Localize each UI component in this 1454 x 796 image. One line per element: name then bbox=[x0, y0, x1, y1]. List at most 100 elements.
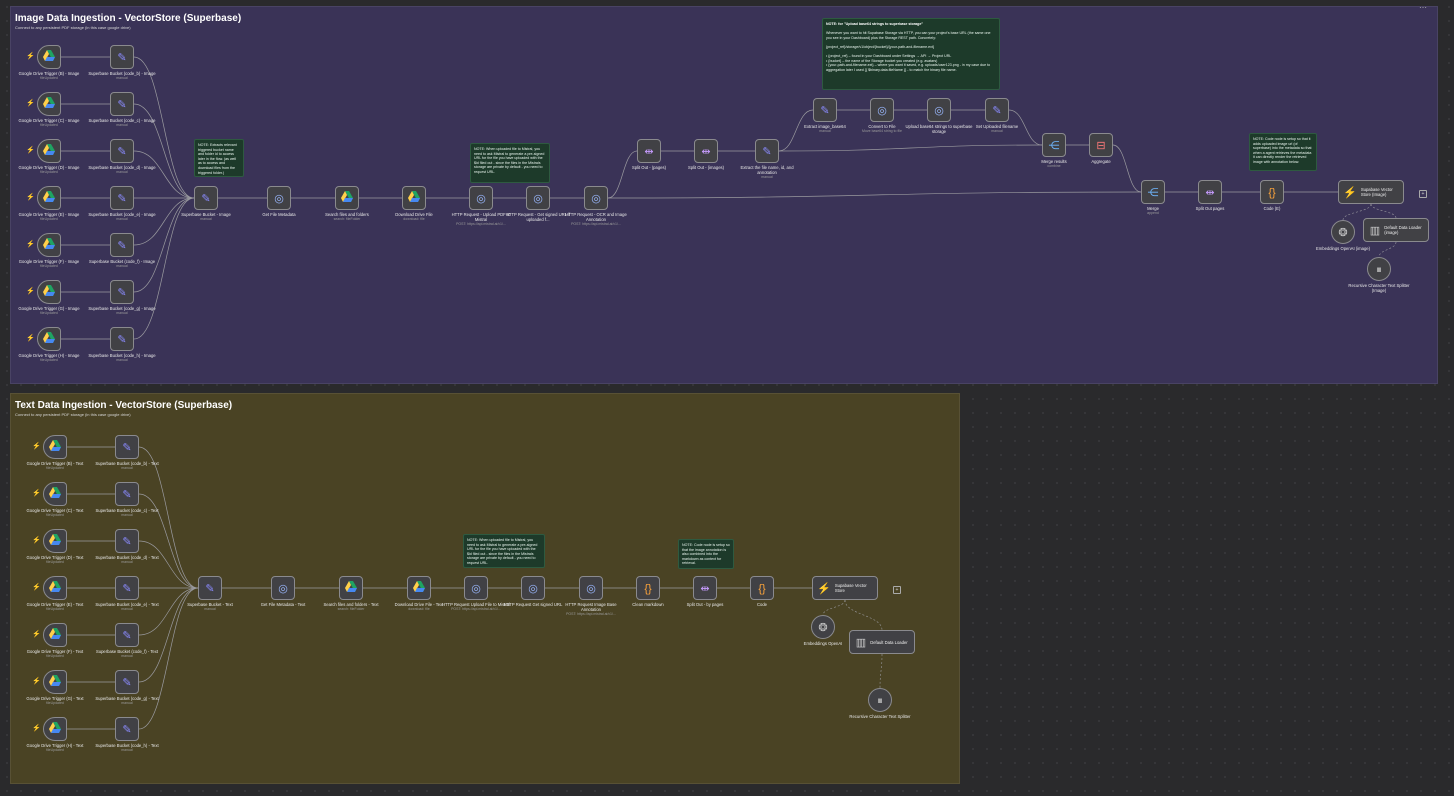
image-pipeline-6[interactable]: ◎ bbox=[584, 186, 608, 210]
text-bucket-4[interactable]: ✎ bbox=[115, 623, 139, 647]
image-embeddings[interactable]: ❂ bbox=[1331, 220, 1355, 244]
image-trigger-3[interactable] bbox=[37, 186, 61, 210]
note-code-image[interactable]: NOTE: Code node is setup so that it adds… bbox=[1249, 133, 1317, 171]
lightning-icon: ⚡ bbox=[32, 584, 41, 591]
lightning-icon: ⚡ bbox=[26, 335, 35, 342]
note-upload[interactable]: NOTE: for "Upload base64 strings to supe… bbox=[822, 18, 1000, 90]
google-drive-icon bbox=[341, 189, 353, 207]
image-bucket-1[interactable]: ✎ bbox=[110, 92, 134, 116]
image-trigger-5[interactable] bbox=[37, 280, 61, 304]
image-set-filename[interactable]: ✎ bbox=[985, 98, 1009, 122]
image-pipeline-3[interactable] bbox=[402, 186, 426, 210]
image-set-filename-label: Set Uploaded filename manual bbox=[962, 124, 1032, 134]
text-pipeline-5[interactable]: ◎ bbox=[521, 576, 545, 600]
image-bucket-0[interactable]: ✎ bbox=[110, 45, 134, 69]
text-trigger-5-label: Google Drive Trigger (G) - Text fileUpdat… bbox=[20, 696, 90, 706]
image-embeddings-label-text: Embeddings OpenAI (image) bbox=[1316, 246, 1370, 251]
text-trigger-6[interactable] bbox=[43, 717, 67, 741]
text-trigger-4[interactable] bbox=[43, 623, 67, 647]
text-bucket-2[interactable]: ✎ bbox=[115, 529, 139, 553]
text-pipeline-9[interactable]: {} bbox=[750, 576, 774, 600]
text-pipeline-8[interactable]: ⇹ bbox=[693, 576, 717, 600]
image-pipeline-4[interactable]: ◎ bbox=[469, 186, 493, 210]
image-merge[interactable]: ⋲ bbox=[1141, 180, 1165, 204]
connection-wire bbox=[1112, 144, 1142, 193]
image-aggregate[interactable]: ⊟ bbox=[1089, 133, 1113, 157]
image-trigger-4-sublabel: fileUpdated bbox=[40, 264, 58, 268]
image-split-images[interactable]: ⇹ bbox=[694, 139, 718, 163]
text-trigger-0[interactable] bbox=[43, 435, 67, 459]
image-bucket-3[interactable]: ✎ bbox=[110, 186, 134, 210]
image-pipeline-6-sublabel: POST: https://api.mistral.ai/v1/... bbox=[571, 222, 621, 226]
text-pipeline-2[interactable] bbox=[339, 576, 363, 600]
image-trigger-1[interactable] bbox=[37, 92, 61, 116]
text-bucket-3[interactable]: ✎ bbox=[115, 576, 139, 600]
image-extract-meta[interactable]: ✎ bbox=[755, 139, 779, 163]
image-convert-file[interactable]: ◎ bbox=[870, 98, 894, 122]
text-vector-store[interactable]: ⚡ Supabase Vector Store bbox=[812, 576, 878, 600]
note-code-text[interactable]: NOTE: Code node is setup so that the ima… bbox=[678, 539, 734, 569]
text-pipeline-6[interactable]: ◎ bbox=[579, 576, 603, 600]
note-upload-body4: • {bucket} – the name of the Storage buc… bbox=[826, 58, 938, 63]
image-bucket-6[interactable]: ✎ bbox=[110, 327, 134, 351]
text-embeddings[interactable]: ❂ bbox=[811, 615, 835, 639]
braces-icon: {} bbox=[758, 583, 766, 595]
text-pipeline-4[interactable]: ◎ bbox=[464, 576, 488, 600]
image-trigger-6[interactable] bbox=[37, 327, 61, 351]
text-pipeline-3[interactable] bbox=[407, 576, 431, 600]
image-merge-results[interactable]: ⋲ bbox=[1042, 133, 1066, 157]
image-split-out-pages[interactable]: ⇹ bbox=[1198, 180, 1222, 204]
text-pipeline-1[interactable]: ◎ bbox=[271, 576, 295, 600]
image-trigger-2[interactable] bbox=[37, 139, 61, 163]
lightning-icon: ⚡ bbox=[26, 241, 35, 248]
image-trigger-2-label: Google Drive Trigger (D) - Image fileUpda… bbox=[14, 165, 84, 175]
text-trigger-5[interactable] bbox=[43, 670, 67, 694]
text-bucket-0[interactable]: ✎ bbox=[115, 435, 139, 459]
text-splitter[interactable]: ⏸ bbox=[868, 688, 892, 712]
image-pipeline-5[interactable]: ◎ bbox=[526, 186, 550, 210]
image-trigger-0[interactable] bbox=[37, 45, 61, 69]
text-pipeline-0-label: Superbase Bucket - Text manual bbox=[175, 602, 245, 612]
text-trigger-3[interactable] bbox=[43, 576, 67, 600]
image-pipeline-0-sublabel: manual bbox=[200, 217, 212, 221]
text-pipeline-0[interactable]: ✎ bbox=[198, 576, 222, 600]
globe-icon: ◎ bbox=[274, 193, 284, 205]
text-bucket-1[interactable]: ✎ bbox=[115, 482, 139, 506]
image-bucket-4[interactable]: ✎ bbox=[110, 233, 134, 257]
image-split-pages[interactable]: ⇹ bbox=[637, 139, 661, 163]
image-bucket-5[interactable]: ✎ bbox=[110, 280, 134, 304]
text-bucket-5-label: Superbase Bucket (code_g) - Text manual bbox=[92, 696, 162, 706]
sub-connection-wire bbox=[1370, 203, 1397, 219]
text-pipeline-6-sublabel: POST: https://api.mistral.ai/v1/... bbox=[566, 612, 616, 616]
note-upload-body3: • {project_ref} – found in your Dashboar… bbox=[826, 54, 952, 59]
image-extract-b64[interactable]: ✎ bbox=[813, 98, 837, 122]
pencil-icon: ✎ bbox=[117, 193, 127, 205]
image-splitter[interactable]: ⏸ bbox=[1367, 257, 1391, 281]
text-trigger-1[interactable] bbox=[43, 482, 67, 506]
text-trigger-2-sublabel: fileUpdated bbox=[46, 560, 64, 564]
image-trigger-4[interactable] bbox=[37, 233, 61, 257]
note-bucket[interactable]: NOTE: Extracts relevant triggered bucket… bbox=[194, 139, 244, 177]
google-drive-icon bbox=[49, 720, 61, 738]
image-bucket-2[interactable]: ✎ bbox=[110, 139, 134, 163]
image-pipeline-2[interactable] bbox=[335, 186, 359, 210]
text-pipeline-7[interactable]: {} bbox=[636, 576, 660, 600]
text-bucket-6[interactable]: ✎ bbox=[115, 717, 139, 741]
image-bucket-2-label: Superbase Bucket (code_d) - Image manual bbox=[87, 165, 157, 175]
note-mistral-image[interactable]: NOTE: When uploaded file to Mistral, you… bbox=[470, 143, 550, 183]
image-pipeline-0[interactable]: ✎ bbox=[194, 186, 218, 210]
add-node-button[interactable]: + bbox=[893, 586, 901, 594]
note-mistral-text[interactable]: NOTE: When uploaded file to Mistral, you… bbox=[463, 534, 545, 568]
image-trigger-1-label: Google Drive Trigger (C) - Image fileUpda… bbox=[14, 118, 84, 128]
image-upload-b64[interactable]: ◎ bbox=[927, 98, 951, 122]
image-data-loader[interactable]: ▥ Default Data Loader (image) bbox=[1363, 218, 1429, 242]
text-bucket-5[interactable]: ✎ bbox=[115, 670, 139, 694]
image-code[interactable]: {} bbox=[1260, 180, 1284, 204]
text-trigger-2[interactable] bbox=[43, 529, 67, 553]
image-trigger-2-sublabel: fileUpdated bbox=[40, 170, 58, 174]
text-data-loader[interactable]: ▥ Default Data Loader bbox=[849, 630, 915, 654]
image-vector-store[interactable]: ⚡ Supabase Vector Store (Image) bbox=[1338, 180, 1404, 204]
note-bucket-text: NOTE: Extracts relevant triggered bucket… bbox=[198, 143, 237, 175]
image-pipeline-1[interactable]: ◎ bbox=[267, 186, 291, 210]
add-node-button[interactable]: + bbox=[1419, 190, 1427, 198]
